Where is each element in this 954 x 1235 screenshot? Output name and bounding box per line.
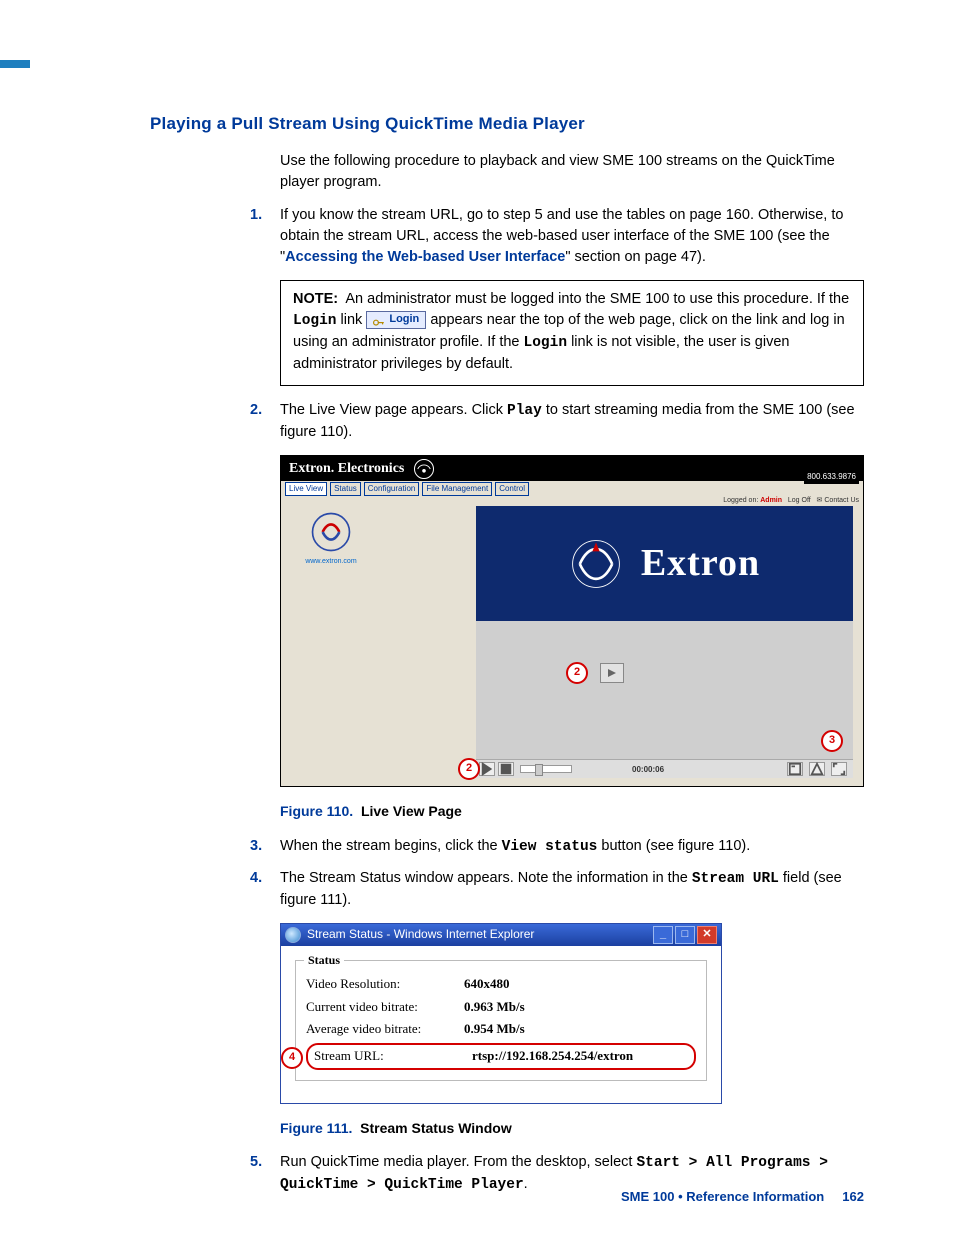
callout-3: 3: [821, 730, 843, 752]
footer-doc-title: SME 100 • Reference Information: [621, 1189, 824, 1204]
step-1: 1. If you know the stream URL, go to ste…: [280, 205, 864, 268]
row-current-bitrate: Current video bitrate:0.963 Mb/s: [306, 998, 696, 1017]
callout-4: 4: [281, 1047, 303, 1069]
note-text-1: An administrator must be logged into the…: [345, 291, 812, 307]
login-chip[interactable]: Login: [366, 311, 426, 329]
extron-mark-icon: [569, 537, 623, 591]
tab-live-view[interactable]: Live View: [285, 482, 327, 496]
fig110-player: Extron 2 3 00:00:06: [476, 506, 853, 778]
ctrl-viewstatus-icon[interactable]: [787, 762, 803, 776]
step-number: 1.: [250, 205, 262, 226]
page-accent-bar: [0, 60, 30, 68]
figure-111-stream-status: Stream Status - Windows Internet Explore…: [280, 923, 722, 1104]
step-number: 4.: [250, 868, 262, 889]
key-icon: [373, 316, 385, 324]
fig110-brand: Extron. Electronics: [289, 459, 404, 479]
ctrl-fullscreen-icon[interactable]: [831, 762, 847, 776]
tab-control[interactable]: Control: [495, 482, 529, 496]
step-text: If you know the stream URL, go to step 5…: [280, 207, 843, 265]
brand-mark-icon: [414, 459, 434, 479]
note-box: NOTE: An administrator must be logged in…: [280, 280, 864, 386]
link-contact-us[interactable]: Contact Us: [824, 497, 859, 504]
step-text: Run QuickTime media player. From the des…: [280, 1154, 828, 1192]
fig110-header: Extron. Electronics: [281, 456, 863, 481]
callout-2a: 2: [566, 662, 588, 684]
link-accessing-web-ui[interactable]: Accessing the Web-based User Interface: [285, 249, 565, 265]
step-text: When the stream begins, click the View s…: [280, 838, 750, 854]
fig111-status-group: Status Video Resolution:640x480 Current …: [295, 960, 707, 1081]
step-number: 2.: [250, 400, 262, 421]
tab-file-management[interactable]: File Management: [422, 482, 492, 496]
row-video-resolution: Video Resolution:640x480: [306, 975, 696, 994]
figure-110-caption: Figure 110. Live View Page: [280, 801, 864, 821]
step-number: 3.: [250, 836, 262, 857]
window-close-button[interactable]: ✕: [697, 926, 717, 944]
ctrl-stop-icon[interactable]: [498, 762, 514, 776]
ctrl-play-icon[interactable]: [479, 762, 495, 776]
fig111-legend: Status: [304, 952, 344, 969]
ctrl-snapshot-icon[interactable]: [809, 762, 825, 776]
fig110-tabs: Live View Status Configuration File Mana…: [281, 481, 863, 496]
fig110-logon: Logged on: Admin Log Off ✉ Contact Us: [723, 496, 859, 506]
fig110-phone: 800.633.9876: [804, 470, 859, 484]
login-chip-label: Login: [389, 312, 419, 328]
step-text: The Stream Status window appears. Note t…: [280, 870, 842, 908]
fig111-title: Stream Status - Windows Internet Explore…: [307, 926, 534, 943]
row-stream-url: Stream URL:rtsp://192.168.254.254/extron: [306, 1043, 696, 1070]
step-4: 4. The Stream Status window appears. Not…: [280, 868, 864, 911]
tab-configuration[interactable]: Configuration: [364, 482, 420, 496]
intro-paragraph: Use the following procedure to playback …: [280, 151, 864, 193]
step-3: 3. When the stream begins, click the Vie…: [280, 836, 864, 858]
fig110-side-logo[interactable]: www.extron.com: [296, 511, 366, 567]
step-2: 2. The Live View page appears. Click Pla…: [280, 400, 864, 443]
play-button[interactable]: [600, 663, 624, 683]
page-footer: SME 100 • Reference Information 162: [621, 1188, 864, 1207]
fig110-control-bar: 00:00:06: [476, 759, 853, 778]
link-logoff[interactable]: Log Off: [788, 497, 811, 504]
figure-111-caption: Figure 111. Stream Status Window: [280, 1118, 864, 1138]
tab-status[interactable]: Status: [330, 482, 361, 496]
figure-110-live-view: Extron. Electronics 800.633.9876 Live Vi…: [280, 455, 864, 787]
ctrl-seek-slider[interactable]: [520, 765, 572, 773]
ctrl-time: 00:00:06: [632, 764, 664, 776]
step-number: 5.: [250, 1152, 262, 1173]
note-label: NOTE:: [293, 291, 338, 307]
window-minimize-button[interactable]: _: [653, 926, 673, 944]
window-maximize-button[interactable]: □: [675, 926, 695, 944]
fig110-video-area: Extron: [476, 506, 853, 621]
fig111-titlebar: Stream Status - Windows Internet Explore…: [281, 924, 721, 946]
ie-icon: [285, 927, 301, 943]
fig110-video-text: Extron: [641, 536, 760, 591]
section-heading: Playing a Pull Stream Using QuickTime Me…: [150, 112, 864, 137]
step-text: The Live View page appears. Click Play t…: [280, 402, 855, 440]
footer-page-number: 162: [842, 1189, 864, 1204]
row-average-bitrate: Average video bitrate:0.954 Mb/s: [306, 1020, 696, 1039]
note-text-2: If the: [817, 291, 849, 307]
